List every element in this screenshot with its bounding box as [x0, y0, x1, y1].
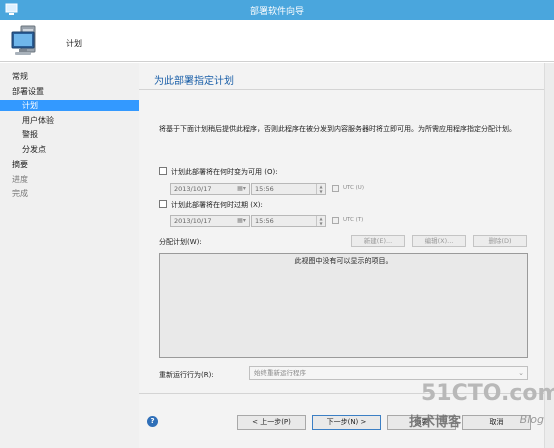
assignment-schedule-label: 分配计划(W):: [159, 238, 202, 246]
available-date-picker[interactable]: 2013/10/17 ▦▾: [170, 183, 250, 195]
computer-icon: [11, 25, 36, 55]
page-title: 为此部署指定计划: [154, 76, 234, 87]
expire-date-picker[interactable]: 2013/10/17 ▦▾: [170, 215, 250, 227]
sidebar-item-alerts[interactable]: 警报: [22, 129, 38, 140]
watermark-blog: Blog: [519, 413, 544, 426]
schedule-description: 将基于下面计划稍后提供此程序，否则此程序在被分发到内容服务器时将立即可用。为所需…: [159, 125, 516, 133]
rerun-behavior-label: 重新运行行为(R):: [159, 371, 214, 379]
calendar-icon[interactable]: ▦▾: [235, 217, 248, 225]
available-time-value: 15:56: [255, 185, 274, 193]
available-utc-checkbox[interactable]: [332, 185, 339, 192]
wizard-header: 计划: [0, 20, 554, 62]
expire-time-value: 15:56: [255, 217, 274, 225]
spinner-icon[interactable]: ▲ ▼: [316, 184, 325, 194]
sidebar-item-completion: 完成: [12, 189, 28, 198]
edit-button[interactable]: 编辑(X)...: [412, 235, 466, 247]
rerun-behavior-value: 始终重新运行程序: [254, 369, 306, 377]
next-button[interactable]: 下一步(N) >: [312, 415, 381, 430]
available-date-value: 2013/10/17: [174, 185, 212, 193]
help-icon[interactable]: ?: [147, 416, 158, 427]
sidebar-item-progress: 进度: [12, 175, 28, 184]
header-title: 计划: [66, 39, 82, 48]
new-button[interactable]: 新建(E)...: [351, 235, 405, 247]
expire-time-input[interactable]: 15:56 ▲ ▼: [251, 215, 326, 227]
spinner-icon[interactable]: ▲ ▼: [316, 216, 325, 226]
available-utc-label: UTC (U): [343, 185, 364, 191]
chevron-down-icon: ⌄: [518, 369, 524, 377]
available-time-input[interactable]: 15:56 ▲ ▼: [251, 183, 326, 195]
watermark-site: 51CTO.com: [421, 381, 554, 406]
expire-schedule-label: 计划此部署将在何时过期 (X):: [171, 201, 263, 209]
assignment-schedule-list[interactable]: 此视图中没有可以显示的项目。: [159, 253, 528, 358]
previous-button[interactable]: < 上一步(P): [237, 415, 306, 430]
expire-utc-checkbox[interactable]: [332, 217, 339, 224]
calendar-icon[interactable]: ▦▾: [235, 185, 248, 193]
expire-schedule-checkbox[interactable]: [159, 200, 167, 208]
sidebar-item-user-experience[interactable]: 用户体验: [22, 115, 54, 126]
available-schedule-label: 计划此部署将在何时变为可用 (O):: [171, 168, 278, 176]
rerun-behavior-select[interactable]: 始终重新运行程序 ⌄: [249, 366, 528, 380]
delete-button[interactable]: 删除(D): [473, 235, 527, 247]
sidebar-item-summary[interactable]: 摘要: [12, 159, 28, 170]
available-schedule-checkbox[interactable]: [159, 167, 167, 175]
sidebar-item-distribution-points[interactable]: 分发点: [22, 144, 46, 155]
expire-date-value: 2013/10/17: [174, 217, 212, 225]
expire-utc-label: UTC (T): [343, 217, 364, 223]
sidebar-item-general[interactable]: 常规: [12, 71, 28, 82]
watermark: 51CTO.com 技术博客 Blog: [409, 381, 554, 445]
empty-list-message: 此视图中没有可以显示的项目。: [294, 257, 393, 265]
watermark-subtitle: 技术博客: [409, 415, 462, 430]
sidebar-item-deployment-settings[interactable]: 部署设置: [12, 86, 44, 97]
title-divider: [139, 89, 544, 90]
wizard-sidebar: 常规 部署设置 计划 用户体验 警报 分发点 摘要 进度 完成: [0, 63, 139, 448]
window-title: 部署软件向导: [249, 7, 304, 17]
sidebar-item-schedule[interactable]: 计划: [0, 100, 139, 111]
title-bar: 部署软件向导: [0, 0, 554, 20]
